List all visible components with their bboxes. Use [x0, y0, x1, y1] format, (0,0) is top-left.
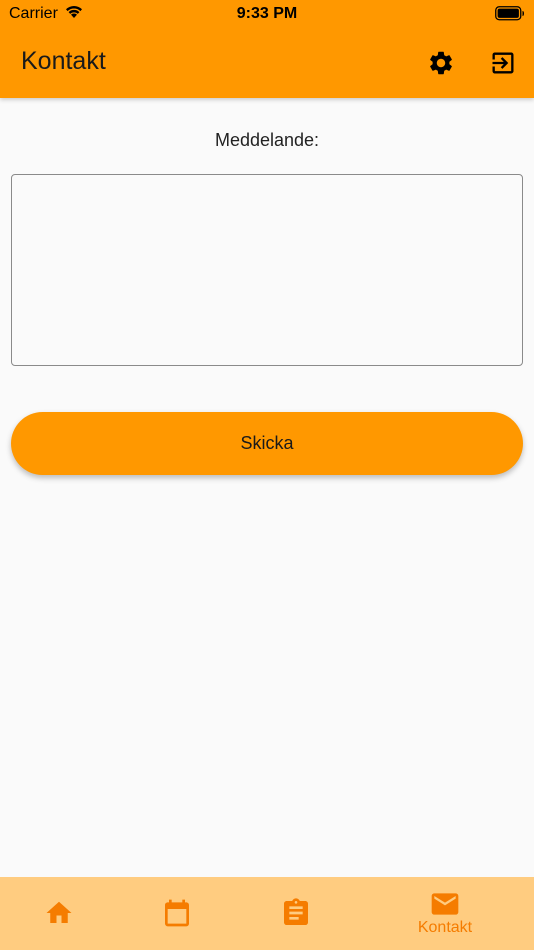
- app-bar: Carrier 9:33 PM Kontakt: [0, 0, 534, 98]
- battery-icon: [495, 6, 525, 26]
- nav-item-assignments[interactable]: [237, 877, 355, 950]
- nav-label-kontakt: Kontakt: [417, 919, 473, 936]
- logout-icon: [492, 52, 514, 74]
- contact-screen: Carrier 9:33 PM Kontakt Meddelande: Skic…: [0, 0, 534, 950]
- clipboard-icon: [284, 898, 308, 925]
- page-title: Kontakt: [21, 47, 106, 75]
- status-bar: Carrier 9:33 PM: [0, 0, 534, 28]
- bottom-navigation: Kontakt: [0, 877, 534, 950]
- status-time: 9:33 PM: [236, 5, 298, 22]
- mail-icon: [431, 893, 459, 915]
- settings-button[interactable]: [424, 46, 458, 80]
- gear-icon: [430, 51, 452, 75]
- message-label: Meddelande:: [214, 130, 320, 150]
- calendar-icon: [165, 899, 189, 927]
- nav-item-calendar[interactable]: [118, 877, 236, 950]
- nav-item-kontakt[interactable]: Kontakt: [386, 877, 504, 950]
- message-input[interactable]: [11, 174, 523, 366]
- nav-item-home[interactable]: [0, 877, 118, 950]
- logout-button[interactable]: [486, 46, 520, 80]
- send-button[interactable]: Skicka: [11, 412, 523, 475]
- home-icon: [46, 901, 72, 923]
